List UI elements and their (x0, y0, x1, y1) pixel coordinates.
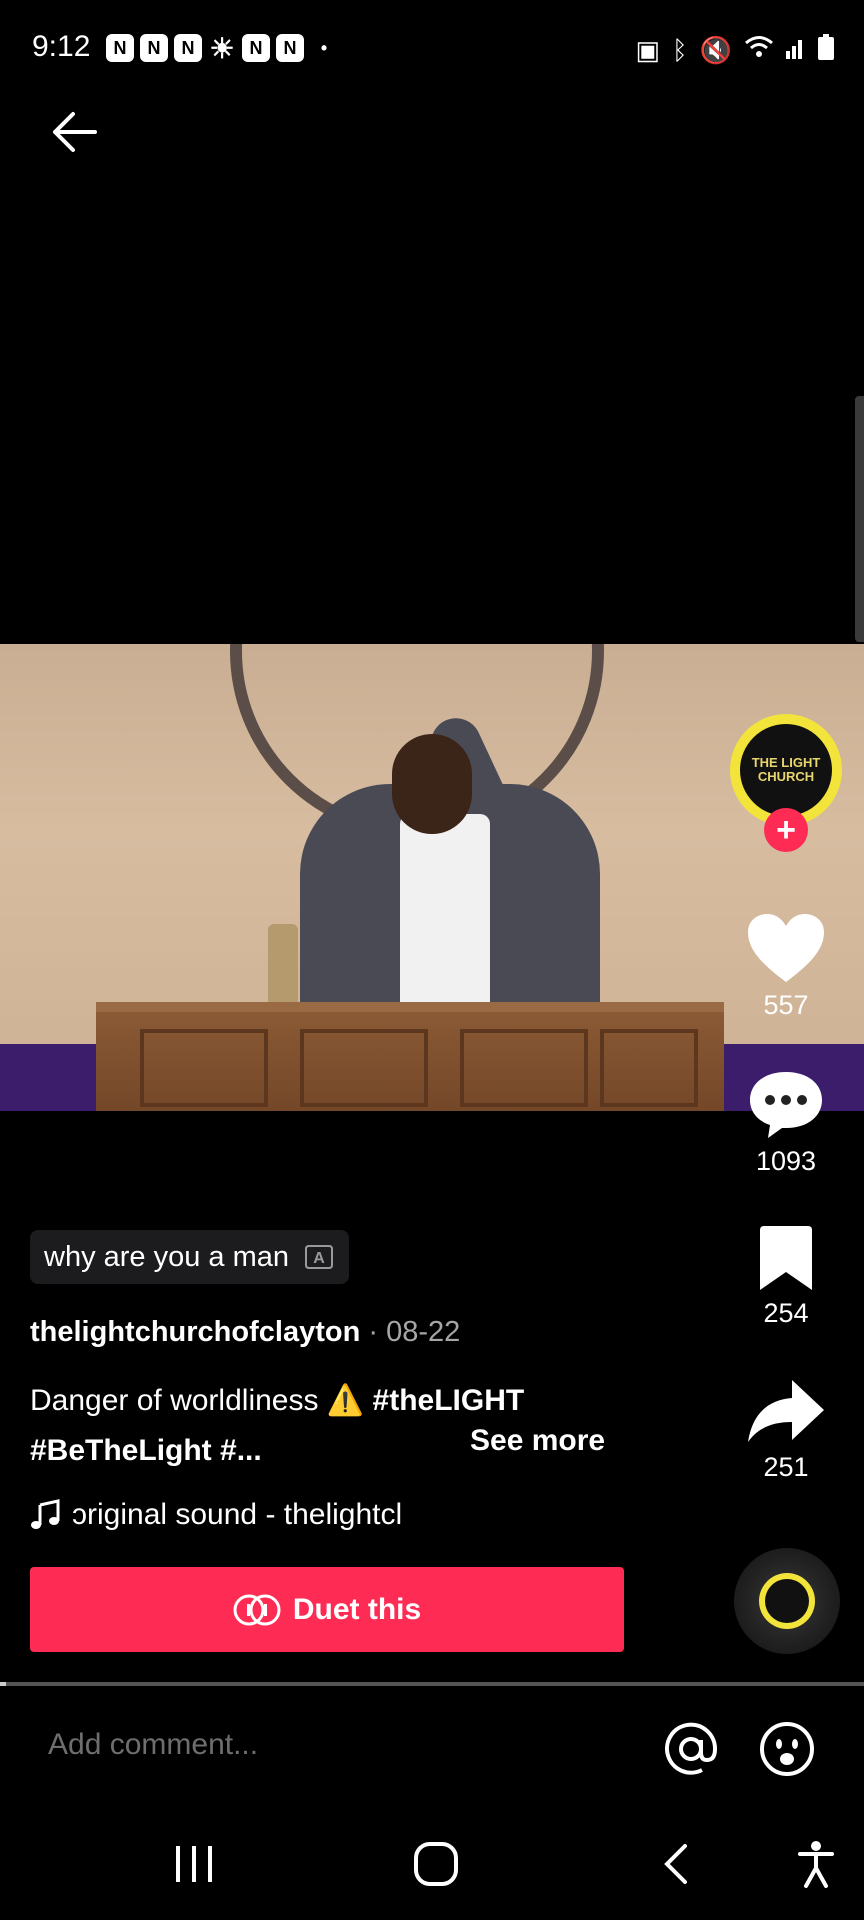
sound-link[interactable]: ɔriginal sound - thelightcl (30, 1498, 402, 1532)
lamp (268, 924, 298, 1014)
pulpit-panel (140, 1029, 268, 1107)
recent-apps-button[interactable] (154, 1834, 234, 1894)
hashtag-thelight[interactable]: #theLIGHT (373, 1384, 525, 1417)
caption-text: Danger of worldliness (30, 1384, 319, 1417)
duet-icon (233, 1594, 281, 1625)
duet-button[interactable]: Duet this (30, 1567, 624, 1652)
pulpit-panel (460, 1029, 588, 1107)
comment-bubble-icon (750, 1072, 822, 1138)
bookmark-icon (760, 1226, 812, 1290)
like-button[interactable]: 557 (736, 912, 836, 1021)
recent-apps-icon (176, 1846, 212, 1882)
scroll-indicator[interactable] (855, 396, 864, 642)
mute-icon: 🔇 (699, 35, 732, 65)
share-count: 251 (763, 1452, 809, 1482)
sound-disc[interactable] (734, 1548, 840, 1654)
status-time: 9:12 (32, 30, 91, 63)
bookmark-button[interactable]: 254 (736, 1226, 836, 1329)
preacher-head (392, 734, 472, 834)
search-suggestion-chip[interactable]: why are you a man A (30, 1230, 350, 1284)
search-suggestion-text: why are you a man (44, 1240, 290, 1273)
music-note-icon (31, 1499, 60, 1529)
news-icon: N (106, 34, 134, 62)
share-button[interactable]: 251 (736, 1378, 836, 1483)
video-progress-fill (0, 1682, 6, 1686)
news-icon: N (174, 34, 202, 62)
post-date: · 08-22 (368, 1316, 461, 1348)
avatar-logo-text: THE LIGHT CHURCH (740, 724, 832, 816)
accessibility-button[interactable] (776, 1834, 856, 1894)
share-arrow-icon (748, 1380, 824, 1442)
battery-icon (818, 34, 834, 67)
nav-back-button[interactable] (636, 1834, 716, 1894)
heart-icon (748, 914, 824, 982)
video-frame[interactable] (0, 644, 864, 1111)
video-progress-track[interactable] (0, 1682, 864, 1686)
pulpit-panel (300, 1029, 428, 1107)
preacher-shirt (400, 814, 490, 1024)
translate-icon: A (305, 1245, 334, 1269)
warning-emoji: ⚠️ (326, 1384, 365, 1417)
comment-input[interactable]: Add comment... (48, 1728, 258, 1762)
dot-icon: • (320, 37, 328, 58)
follow-button[interactable]: + (764, 808, 808, 852)
author-line: thelightchurchofclayton · 08-22 (30, 1316, 460, 1349)
like-count: 557 (763, 990, 809, 1020)
arrow-left-icon (53, 112, 97, 152)
sound-title: ɔriginal sound - thelightcl (72, 1498, 403, 1531)
news-icon: N (140, 34, 168, 62)
news-icon: N (276, 34, 304, 62)
accessibility-icon (798, 1841, 834, 1888)
emoji-icon[interactable] (758, 1720, 816, 1778)
hashtag-bethelight[interactable]: #BeTheLight #... (30, 1434, 262, 1467)
signal-icon (786, 35, 806, 66)
status-bar: 9:12 N N N ☀ N N • ▣ ᛒ 🔇 (0, 0, 864, 100)
weather-sun-icon: ☀ (209, 32, 235, 64)
svg-text:A: A (313, 1250, 325, 1267)
pulpit-panel (600, 1029, 698, 1107)
see-more-button[interactable]: See more (470, 1424, 605, 1458)
disc-avatar (759, 1573, 815, 1629)
bluetooth-icon: ᛒ (672, 35, 688, 65)
back-button[interactable] (46, 104, 102, 160)
wifi-icon (744, 34, 774, 67)
comment-button[interactable]: 1093 (736, 1068, 836, 1177)
bookmark-count: 254 (763, 1298, 809, 1328)
nfc-icon: ▣ (635, 35, 661, 65)
home-icon (414, 1842, 458, 1886)
notification-icons: N N N ☀ N N • (106, 32, 338, 64)
duet-label: Duet this (292, 1592, 422, 1626)
system-icons: ▣ ᛒ 🔇 (635, 34, 834, 67)
home-button[interactable] (396, 1834, 476, 1894)
news-icon: N (242, 34, 270, 62)
author-name[interactable]: thelightchurchofclayton (30, 1316, 360, 1348)
comment-count: 1093 (755, 1146, 817, 1176)
chevron-left-icon (664, 1844, 687, 1884)
mention-icon[interactable] (662, 1720, 720, 1778)
